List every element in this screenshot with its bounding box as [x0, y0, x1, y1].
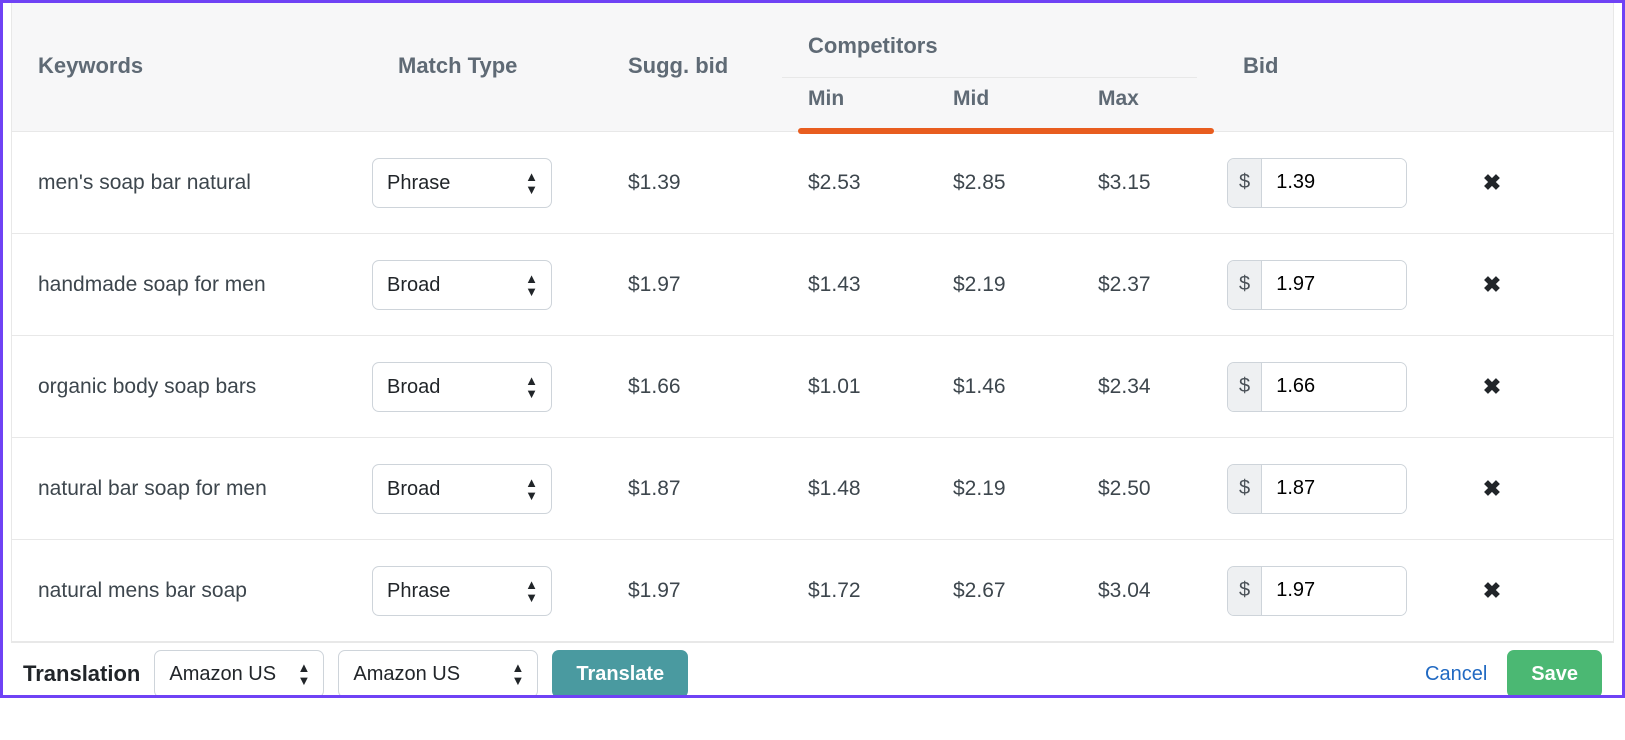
- bid-input[interactable]: [1262, 363, 1406, 411]
- col-mid: Mid: [927, 87, 1072, 111]
- col-sugg-bid: Sugg. bid: [602, 31, 782, 79]
- bid-cell: $: [1217, 566, 1447, 616]
- col-competitors: Competitors: [782, 33, 1197, 78]
- min-cell: $1.48: [782, 477, 927, 501]
- cancel-button[interactable]: Cancel: [1419, 662, 1493, 687]
- remove-cell: ✖: [1447, 476, 1537, 502]
- save-button[interactable]: Save: [1507, 650, 1602, 695]
- match-type-cell: BroadPhraseExact▲▼: [372, 158, 602, 208]
- remove-cell: ✖: [1447, 170, 1537, 196]
- bid-cell: $: [1217, 362, 1447, 412]
- table-row: men's soap bar naturalBroadPhraseExact▲▼…: [12, 132, 1613, 234]
- match-type-cell: BroadPhraseExact▲▼: [372, 260, 602, 310]
- sugg-cell: $1.97: [602, 273, 782, 297]
- max-cell: $3.04: [1072, 579, 1217, 603]
- close-icon[interactable]: ✖: [1483, 272, 1501, 297]
- match-type-select[interactable]: BroadPhraseExact: [372, 260, 552, 310]
- bid-input[interactable]: [1262, 261, 1406, 309]
- sugg-cell: $1.87: [602, 477, 782, 501]
- sugg-cell: $1.97: [602, 579, 782, 603]
- match-type-select[interactable]: BroadPhraseExact: [372, 566, 552, 616]
- col-bid: Bid: [1217, 31, 1447, 79]
- close-icon[interactable]: ✖: [1483, 578, 1501, 603]
- match-type-select[interactable]: BroadPhraseExact: [372, 464, 552, 514]
- keyword-cell: handmade soap for men: [12, 273, 372, 297]
- mid-cell: $2.67: [927, 579, 1072, 603]
- col-keywords: Keywords: [12, 31, 372, 79]
- currency-symbol: $: [1228, 261, 1262, 309]
- match-type-select[interactable]: BroadPhraseExact: [372, 362, 552, 412]
- annotation-underline: [798, 128, 1214, 134]
- remove-cell: ✖: [1447, 374, 1537, 400]
- min-cell: $1.43: [782, 273, 927, 297]
- mid-cell: $1.46: [927, 375, 1072, 399]
- remove-cell: ✖: [1447, 578, 1537, 604]
- keyword-cell: men's soap bar natural: [12, 171, 372, 195]
- close-icon[interactable]: ✖: [1483, 374, 1501, 399]
- bid-input[interactable]: [1262, 465, 1406, 513]
- min-cell: $2.53: [782, 171, 927, 195]
- remove-cell: ✖: [1447, 272, 1537, 298]
- bid-input[interactable]: [1262, 159, 1406, 207]
- bid-input[interactable]: [1262, 567, 1406, 615]
- table-header: Keywords Match Type Sugg. bid Competitor…: [12, 3, 1613, 132]
- close-icon[interactable]: ✖: [1483, 476, 1501, 501]
- sugg-cell: $1.39: [602, 171, 782, 195]
- table-row: natural mens bar soapBroadPhraseExact▲▼$…: [12, 540, 1613, 642]
- col-min: Min: [782, 87, 927, 111]
- bid-cell: $: [1217, 158, 1447, 208]
- max-cell: $2.50: [1072, 477, 1217, 501]
- col-match-type: Match Type: [372, 31, 602, 79]
- match-type-select[interactable]: BroadPhraseExact: [372, 158, 552, 208]
- table-row: handmade soap for menBroadPhraseExact▲▼$…: [12, 234, 1613, 336]
- sugg-cell: $1.66: [602, 375, 782, 399]
- translate-from-select[interactable]: Amazon US: [154, 650, 324, 695]
- translate-button[interactable]: Translate: [552, 650, 688, 695]
- mid-cell: $2.85: [927, 171, 1072, 195]
- col-max: Max: [1072, 87, 1217, 111]
- table-row: natural bar soap for menBroadPhraseExact…: [12, 438, 1613, 540]
- mid-cell: $2.19: [927, 477, 1072, 501]
- translate-to-select[interactable]: Amazon US: [338, 650, 538, 695]
- translation-label: Translation: [23, 661, 140, 687]
- match-type-cell: BroadPhraseExact▲▼: [372, 566, 602, 616]
- keyword-cell: natural mens bar soap: [12, 579, 372, 603]
- keyword-cell: organic body soap bars: [12, 375, 372, 399]
- close-icon[interactable]: ✖: [1483, 170, 1501, 195]
- max-cell: $2.37: [1072, 273, 1217, 297]
- max-cell: $2.34: [1072, 375, 1217, 399]
- match-type-cell: BroadPhraseExact▲▼: [372, 362, 602, 412]
- footer-bar: Translation Amazon US ▲▼ Amazon US ▲▼ Tr…: [3, 643, 1622, 695]
- currency-symbol: $: [1228, 363, 1262, 411]
- mid-cell: $2.19: [927, 273, 1072, 297]
- min-cell: $1.72: [782, 579, 927, 603]
- bid-cell: $: [1217, 260, 1447, 310]
- currency-symbol: $: [1228, 567, 1262, 615]
- max-cell: $3.15: [1072, 171, 1217, 195]
- table-row: organic body soap barsBroadPhraseExact▲▼…: [12, 336, 1613, 438]
- bid-cell: $: [1217, 464, 1447, 514]
- keyword-cell: natural bar soap for men: [12, 477, 372, 501]
- match-type-cell: BroadPhraseExact▲▼: [372, 464, 602, 514]
- min-cell: $1.01: [782, 375, 927, 399]
- currency-symbol: $: [1228, 159, 1262, 207]
- currency-symbol: $: [1228, 465, 1262, 513]
